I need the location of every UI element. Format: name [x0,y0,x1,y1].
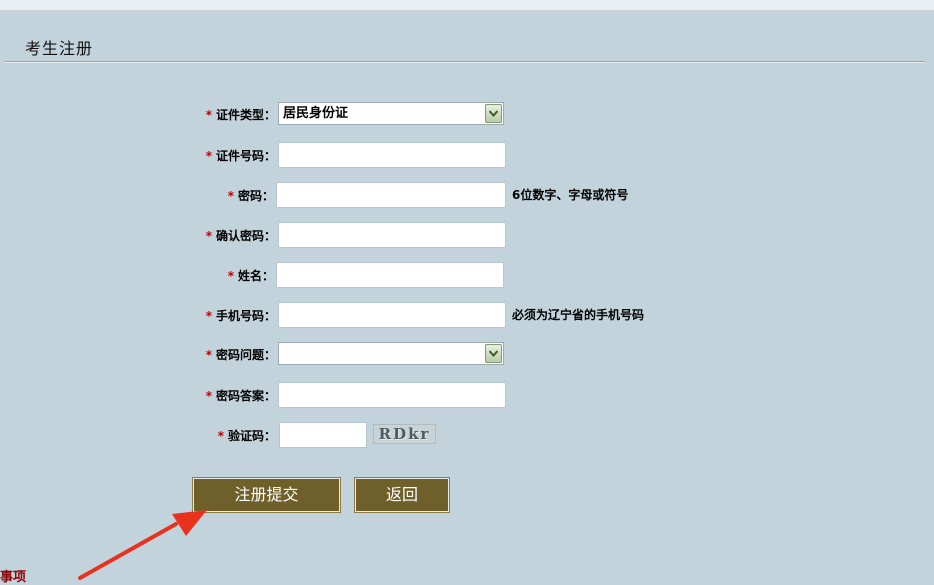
password-input[interactable] [276,182,506,208]
row-phone: * 手机号码： 必须为辽宁省的手机号码 [0,302,934,330]
back-button[interactable]: 返回 [354,477,450,513]
red-arrow-icon [78,510,207,580]
id-type-select[interactable]: 居民身份证 [278,102,504,125]
required-mark: * [205,348,212,362]
name-input[interactable] [276,262,504,288]
password-label: * 密码： [200,182,274,210]
title-divider [5,61,925,63]
row-captcha: * 验证码： RDkr [0,422,934,450]
security-answer-label: * 密码答案： [200,382,276,410]
phone-hint: 必须为辽宁省的手机号码 [512,308,645,322]
security-question-label: * 密码问题： [200,341,276,369]
phone-input[interactable] [278,302,506,328]
row-id-number: * 证件号码： [0,142,934,170]
id-type-selected-value: 居民身份证 [283,106,349,121]
id-number-label: * 证件号码： [200,142,276,170]
id-number-label-text: 证件号码： [215,149,276,163]
chevron-down-icon[interactable] [485,104,502,123]
notice-heading: 事项 [0,570,27,585]
row-password: * 密码： 6位数字、字母或符号 [0,182,934,210]
submit-button[interactable]: 注册提交 [192,477,341,513]
name-label: * 姓名： [200,262,274,290]
row-id-type: * 证件类型： 居民身份证 [0,101,934,129]
security-question-label-text: 密码问题： [215,348,276,362]
id-number-input[interactable] [278,142,506,168]
id-type-label: * 证件类型： [200,101,276,129]
page-title: 考生注册 [25,39,94,58]
password-label-text: 密码： [237,189,274,203]
confirm-password-input[interactable] [278,222,506,248]
password-hint: 6位数字、字母或符号 [512,188,629,202]
required-mark: * [205,309,212,323]
chevron-down-icon[interactable] [485,344,502,363]
required-mark: * [227,189,234,203]
top-strip [0,0,934,10]
required-mark: * [205,389,212,403]
row-security-question: * 密码问题： [0,341,934,369]
required-mark: * [205,229,212,243]
required-mark: * [217,429,224,443]
captcha-label-text: 验证码： [227,429,276,443]
required-mark: * [205,149,212,163]
row-security-answer: * 密码答案： [0,382,934,410]
phone-label: * 手机号码： [200,302,276,330]
captcha-input[interactable] [279,422,367,448]
security-answer-input[interactable] [278,382,506,408]
required-mark: * [205,108,212,122]
security-answer-label-text: 密码答案： [215,389,276,403]
confirm-password-label: * 确认密码： [200,222,276,250]
required-mark: * [227,269,234,283]
captcha-label: * 验证码： [200,422,276,450]
id-type-label-text: 证件类型： [215,108,276,122]
name-label-text: 姓名： [237,269,274,283]
row-name: * 姓名： [0,262,934,290]
phone-label-text: 手机号码： [215,309,276,323]
row-confirm-password: * 确认密码： [0,222,934,250]
captcha-image[interactable]: RDkr [373,424,436,444]
confirm-password-label-text: 确认密码： [215,229,276,243]
security-question-select[interactable] [278,342,504,365]
